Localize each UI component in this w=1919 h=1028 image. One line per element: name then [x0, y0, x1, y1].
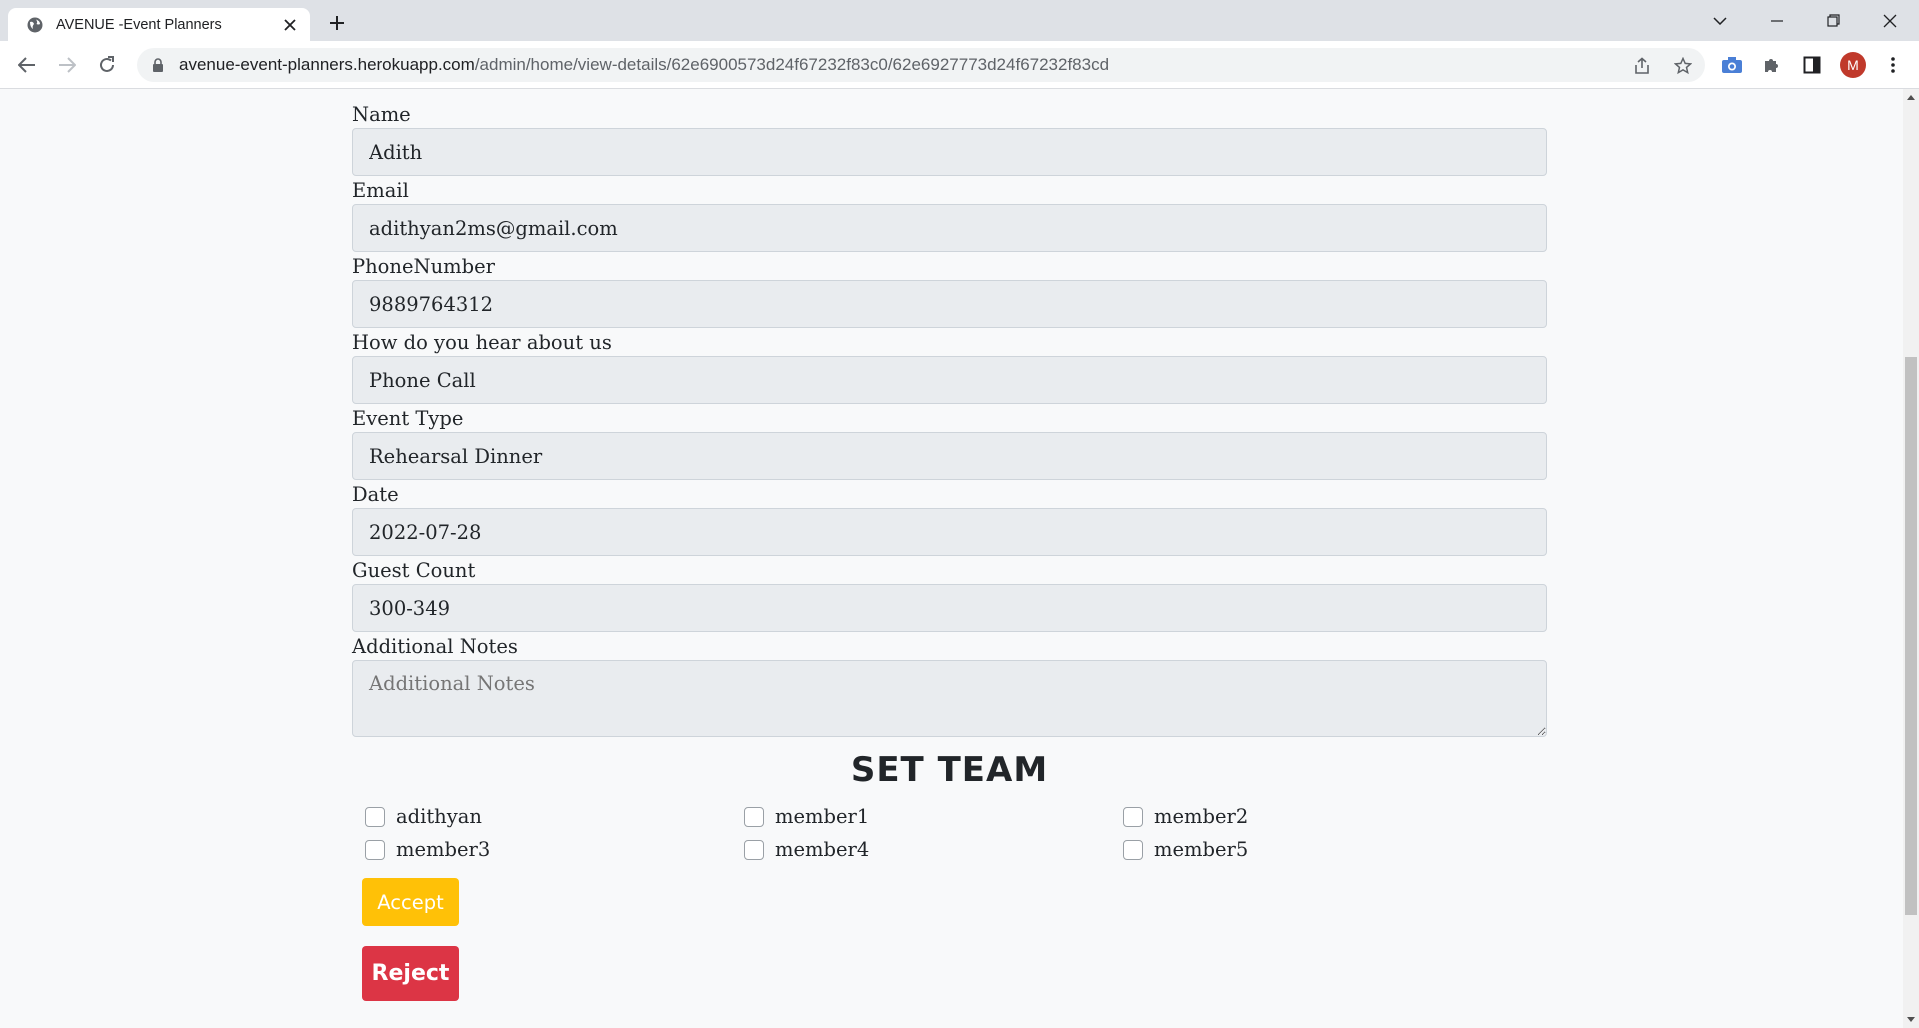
kebab-menu-icon[interactable] — [1882, 54, 1904, 76]
browser-tab[interactable]: AVENUE -Event Planners — [8, 8, 310, 41]
tab-search-icon[interactable] — [1692, 0, 1748, 41]
url-text: avenue-event-planners.herokuapp.com/admi… — [179, 55, 1109, 75]
guest-count-label: Guest Count — [352, 559, 476, 582]
minimize-icon[interactable] — [1749, 0, 1805, 41]
referral-label: How do you hear about us — [352, 331, 612, 354]
accept-button[interactable]: Accept — [362, 878, 459, 926]
member-checkbox[interactable] — [1123, 806, 1143, 827]
email-label: Email — [352, 179, 409, 202]
browser-toolbar: avenue-event-planners.herokuapp.com/admi… — [0, 41, 1919, 89]
browser-tab-strip: AVENUE -Event Planners — [0, 0, 1919, 41]
team-member-option[interactable]: member5 — [1123, 838, 1502, 861]
restore-icon[interactable] — [1805, 0, 1861, 41]
member-label: adithyan — [396, 805, 482, 828]
scroll-up-arrow-icon[interactable] — [1903, 89, 1919, 105]
notes-textarea[interactable] — [352, 660, 1547, 737]
tab-title: AVENUE -Event Planners — [56, 16, 222, 33]
event-type-label: Event Type — [352, 407, 464, 430]
scrollbar-thumb[interactable] — [1905, 357, 1917, 915]
event-type-field[interactable] — [352, 432, 1547, 480]
event-details-form: Name Email PhoneNumber How do you hear a… — [352, 103, 1547, 740]
referral-field[interactable] — [352, 356, 1547, 404]
globe-icon — [26, 16, 44, 34]
member-checkbox[interactable] — [365, 839, 385, 860]
phone-label: PhoneNumber — [352, 255, 495, 278]
member-label: member1 — [775, 805, 870, 828]
reject-button[interactable]: Reject — [362, 946, 459, 1001]
close-window-icon[interactable] — [1862, 0, 1918, 41]
notes-label: Additional Notes — [352, 635, 518, 658]
phone-field[interactable] — [352, 280, 1547, 328]
member-label: member5 — [1154, 838, 1249, 861]
lock-icon — [151, 58, 165, 72]
back-arrow-icon[interactable] — [11, 49, 43, 81]
member-checkbox[interactable] — [365, 806, 385, 827]
team-member-option[interactable]: member1 — [744, 805, 1123, 828]
member-checkbox[interactable] — [744, 839, 764, 860]
date-field[interactable] — [352, 508, 1547, 556]
team-member-option[interactable]: member2 — [1123, 805, 1502, 828]
name-label: Name — [352, 103, 411, 126]
team-member-option[interactable]: member3 — [365, 838, 744, 861]
page-scrollbar[interactable] — [1903, 89, 1919, 1028]
member-label: member2 — [1154, 805, 1249, 828]
member-checkbox[interactable] — [744, 806, 764, 827]
team-member-option[interactable]: adithyan — [365, 805, 744, 828]
name-field[interactable] — [352, 128, 1547, 176]
bookmark-star-icon[interactable] — [1673, 56, 1693, 76]
close-tab-icon[interactable] — [280, 15, 300, 35]
page-viewport: Name Email PhoneNumber How do you hear a… — [0, 89, 1919, 1028]
guest-count-field[interactable] — [352, 584, 1547, 632]
date-label: Date — [352, 483, 399, 506]
team-member-grid: adithyan member1 member2 member3 member4… — [365, 805, 1525, 861]
profile-avatar[interactable]: M — [1840, 52, 1866, 78]
url-path: /admin/home/view-details/62e6900573d24f6… — [474, 55, 1110, 74]
set-team-heading: SET TEAM — [850, 750, 1049, 790]
email-field[interactable] — [352, 204, 1547, 252]
camera-icon[interactable] — [1721, 54, 1743, 76]
side-panel-icon[interactable] — [1801, 54, 1823, 76]
url-host: avenue-event-planners.herokuapp.com — [179, 55, 475, 74]
extensions-puzzle-icon[interactable] — [1761, 54, 1783, 76]
share-icon[interactable] — [1632, 56, 1652, 76]
address-bar[interactable]: avenue-event-planners.herokuapp.com/admi… — [137, 48, 1705, 82]
member-label: member4 — [775, 838, 870, 861]
scroll-down-arrow-icon[interactable] — [1903, 1012, 1919, 1028]
new-tab-button[interactable] — [322, 8, 352, 38]
forward-arrow-icon[interactable] — [51, 49, 83, 81]
member-label: member3 — [396, 838, 491, 861]
member-checkbox[interactable] — [1123, 839, 1143, 860]
team-member-option[interactable]: member4 — [744, 838, 1123, 861]
reload-icon[interactable] — [91, 49, 123, 81]
